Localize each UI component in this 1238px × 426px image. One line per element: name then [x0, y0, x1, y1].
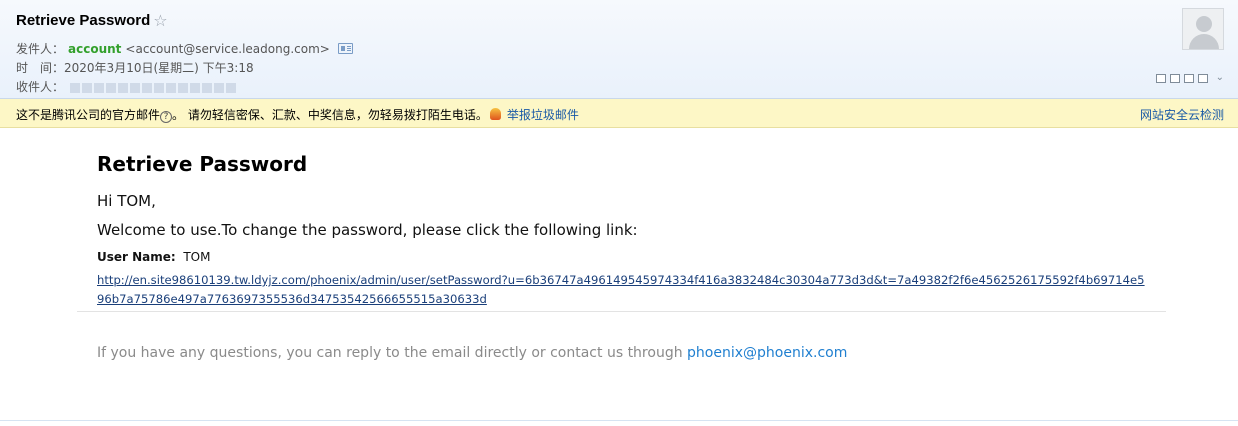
time-label: 时 间： [16, 61, 65, 75]
subject-row: Retrieve Password ☆ [16, 12, 168, 29]
avatar-body [1189, 34, 1219, 49]
user-name-label: User Name: [97, 250, 176, 264]
divider [77, 311, 1166, 312]
avatar-head [1196, 16, 1212, 32]
footer-text: If you have any questions, you can reply… [97, 345, 688, 361]
time-row: 时 间：2020年3月10日(星期二) 下午3:18 [16, 59, 254, 76]
security-warning-bar: 这不是腾讯公司的官方邮件?。 请勿轻信密保、汇款、中奖信息，勿轻易拨打陌生电话。… [0, 99, 1238, 128]
window-icon[interactable] [1155, 73, 1166, 83]
warning-main: 这不是腾讯公司的官方邮件 [16, 108, 161, 122]
header-toolbar: ⌄ [1155, 73, 1224, 83]
email-title: Retrieve Password [97, 152, 308, 176]
warning-text: 这不是腾讯公司的官方邮件?。 请勿轻信密保、汇款、中奖信息，勿轻易拨打陌生电话。… [16, 106, 579, 123]
welcome-text: Welcome to use.To change the password, p… [97, 221, 638, 239]
avatar-icon[interactable] [1182, 8, 1224, 50]
sender-address: <account@service.leadong.com> [125, 42, 330, 56]
time-value: 2020年3月10日(星期二) 下午3:18 [64, 61, 254, 75]
new-window-icon[interactable] [1169, 73, 1180, 83]
bottom-border [0, 420, 1238, 421]
footer-note: If you have any questions, you can reply… [97, 345, 847, 361]
help-icon[interactable]: ? [160, 111, 173, 123]
to-row: 收件人： [16, 78, 238, 96]
report-spam-link[interactable]: 举报垃圾邮件 [507, 108, 579, 122]
contact-card-icon[interactable] [337, 43, 353, 54]
email-header: Retrieve Password ☆ 发件人： account <account@… [0, 0, 1238, 99]
print-icon[interactable] [1197, 73, 1208, 83]
greeting: Hi TOM, [97, 192, 156, 210]
contact-email-link[interactable]: phoenix@phoenix.com [687, 345, 847, 361]
from-row: 发件人： account <account@service.leadong.com> [16, 40, 353, 57]
warning-suffix: 。 请勿轻信密保、汇款、中奖信息，勿轻易拨打陌生电话。 [172, 108, 488, 122]
user-name-value: TOM [183, 250, 211, 264]
recipient-redacted [69, 82, 238, 96]
cloud-check-link[interactable]: 网站安全云检测 [1140, 106, 1224, 123]
to-label: 收件人： [16, 80, 65, 94]
sender-name[interactable]: account [68, 42, 121, 56]
from-label: 发件人： [16, 42, 65, 56]
reset-password-link[interactable]: http://en.site98610139.tw.ldyjz.com/phoe… [97, 271, 1147, 309]
star-icon[interactable]: ☆ [153, 12, 167, 29]
save-icon[interactable] [1183, 73, 1194, 83]
chevron-down-icon[interactable]: ⌄ [1216, 73, 1224, 83]
flame-icon [489, 108, 501, 120]
user-name-line: User Name: TOM [97, 250, 210, 264]
email-subject: Retrieve Password [16, 12, 151, 29]
email-body: Retrieve Password Hi TOM, Welcome to use… [97, 152, 1177, 306]
